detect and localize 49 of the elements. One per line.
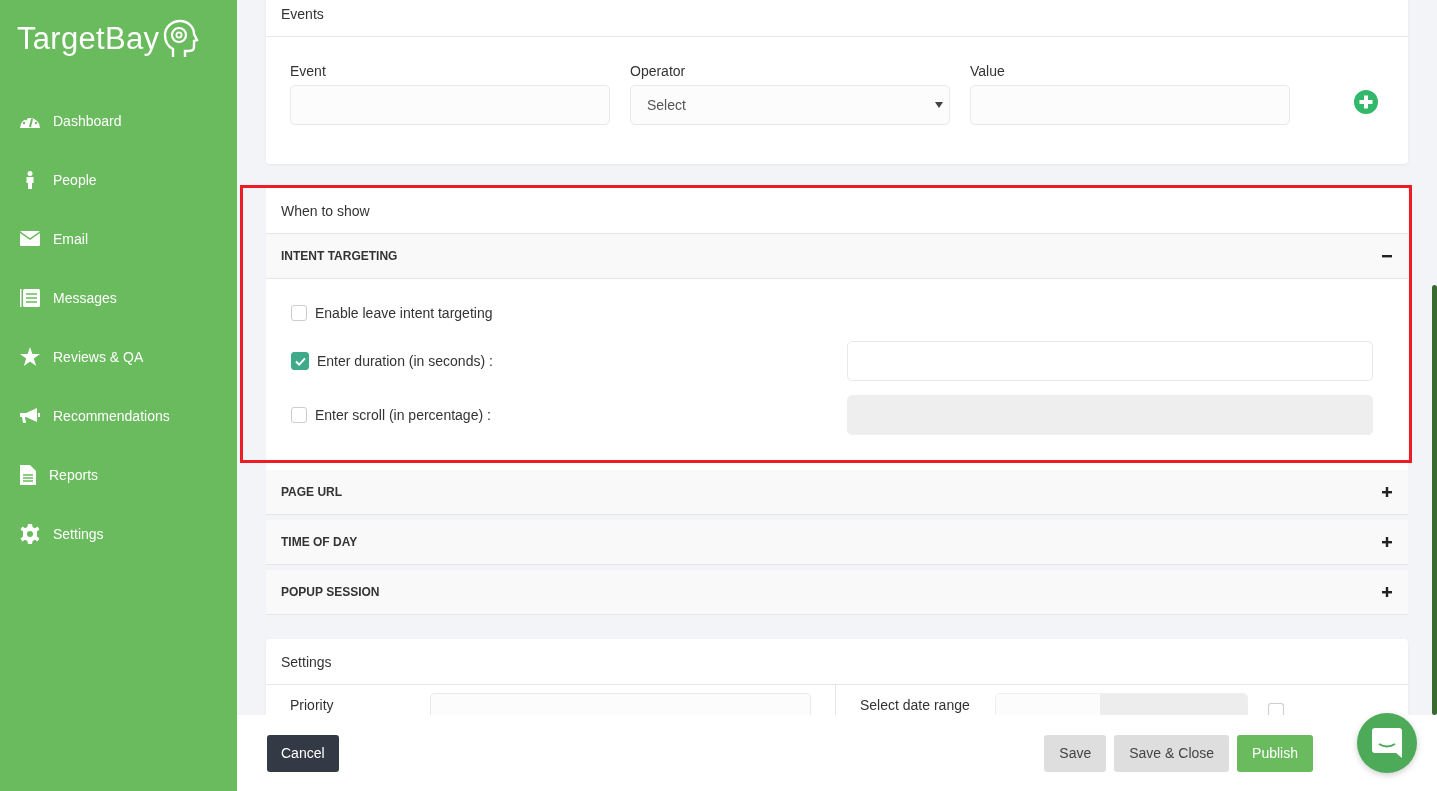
- accordion-title: PAGE URL: [281, 485, 343, 499]
- add-icon[interactable]: [1354, 90, 1378, 114]
- sidebar-item[interactable]: Settings: [0, 504, 237, 563]
- save-button[interactable]: Save & Close: [1114, 734, 1230, 772]
- accordion-title: POPUP SESSION: [281, 585, 380, 599]
- star-icon: [20, 347, 40, 366]
- option-label: Enter scroll (in percentage) :: [315, 407, 491, 423]
- card-title: When to show: [281, 202, 370, 219]
- save-button[interactable]: Save: [1044, 734, 1107, 772]
- chat-icon: [1372, 728, 1402, 758]
- option-label: Enter duration (in seconds) :: [317, 353, 493, 369]
- card-title: Events: [281, 6, 324, 22]
- sidebar-item[interactable]: Dashboard: [0, 91, 237, 150]
- accordion-header[interactable]: PAGE URL: [266, 470, 1408, 515]
- publish-button[interactable]: Publish: [1237, 734, 1313, 772]
- check-icon: [294, 356, 306, 366]
- sidebar-item[interactable]: People: [0, 150, 237, 209]
- logo-text: TargetBay: [17, 21, 160, 57]
- caret-icon: [935, 102, 943, 108]
- checkbox[interactable]: [1268, 703, 1284, 715]
- accordion-header[interactable]: POPUP SESSION: [266, 570, 1408, 615]
- field-label: Value: [970, 63, 1006, 79]
- sidebar-item[interactable]: Reviews & QA: [0, 327, 237, 386]
- select-dropdown[interactable]: Select: [630, 85, 950, 125]
- scrollbar-thumb[interactable]: [1432, 285, 1437, 715]
- accordion-header[interactable]: TIME OF DAY: [266, 520, 1408, 565]
- sidebar-item[interactable]: Reports: [0, 445, 237, 504]
- checkbox[interactable]: [291, 407, 307, 423]
- field-label: Event: [290, 63, 327, 79]
- option-label: Enable leave intent targeting: [315, 305, 493, 321]
- checkbox[interactable]: [291, 352, 309, 370]
- field-label: Operator: [630, 63, 687, 79]
- envelope-icon: [20, 231, 40, 246]
- settings-icon: [20, 523, 40, 544]
- head-icon: [163, 19, 200, 59]
- accordion-title: INTENT TARGETING: [281, 249, 398, 263]
- accordion-header[interactable]: INTENT TARGETING: [266, 234, 1408, 279]
- list-icon: [20, 288, 40, 307]
- sidebar-item[interactable]: Email: [0, 209, 237, 268]
- field-label: Priority: [290, 696, 335, 714]
- card-title: Settings: [281, 653, 332, 670]
- sidebar-item[interactable]: Recommendations: [0, 386, 237, 445]
- sidebar-item[interactable]: Messages: [0, 268, 237, 327]
- cancel-button[interactable]: Cancel: [267, 734, 339, 772]
- document-icon: [20, 464, 36, 485]
- accordion-title: TIME OF DAY: [281, 535, 358, 549]
- checkbox[interactable]: [291, 305, 307, 321]
- megaphone-icon: [20, 407, 40, 424]
- field-label: Select date range: [860, 696, 970, 714]
